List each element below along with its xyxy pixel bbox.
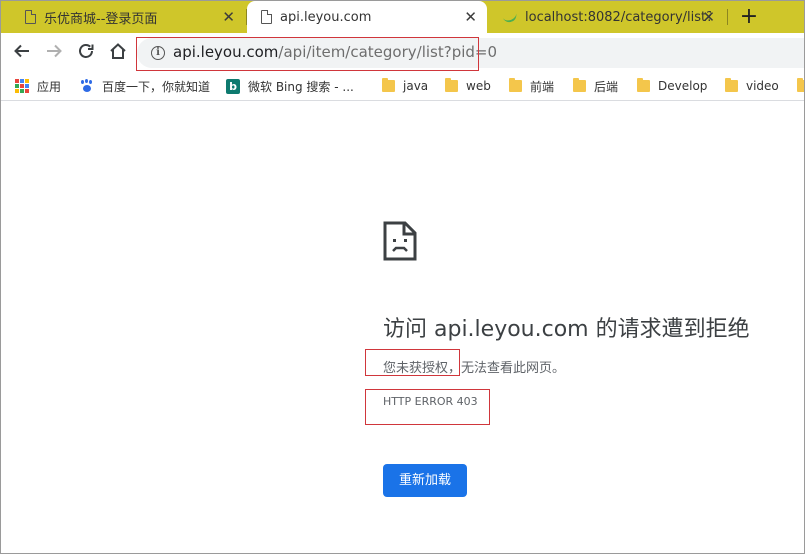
tab-title: localhost:8082/category/list?p: [525, 9, 711, 25]
bookmarks-bar: 应用 百度一下，你就知道 b 微软 Bing 搜索 - ... java web…: [1, 71, 804, 101]
reload-toolbar-button[interactable]: [74, 39, 98, 63]
url-highlight-box: [136, 37, 479, 71]
bookmark-label: 应用: [37, 79, 62, 94]
error-code-highlight-box: [365, 389, 490, 425]
bookmark-label: 后端: [594, 79, 619, 94]
error-page: 访问 api.leyou.com 的请求遭到拒绝 您未获授权，无法查看此网页。 …: [1, 102, 804, 553]
tab-localhost-category[interactable]: localhost:8082/category/list?p ✕: [489, 1, 725, 33]
bookmark-folder-develop[interactable]: Develop: [637, 76, 707, 96]
description-highlight-box: [365, 349, 460, 376]
leaf-icon: [501, 9, 519, 25]
bookmark-bing[interactable]: b 微软 Bing 搜索 - ...: [226, 76, 354, 96]
forward-button[interactable]: [42, 39, 66, 63]
bookmark-folder-backend[interactable]: 后端: [573, 76, 618, 96]
folder-icon: [445, 78, 458, 92]
bookmark-folder-java[interactable]: java: [382, 76, 428, 96]
folder-icon: [637, 78, 650, 92]
new-tab-button[interactable]: +: [737, 4, 761, 29]
bing-icon: b: [226, 78, 240, 94]
back-arrow-icon: [14, 44, 29, 58]
bookmark-label: 前端: [530, 79, 555, 94]
close-tab-icon[interactable]: ✕: [702, 9, 715, 25]
baidu-paw-icon: [80, 79, 94, 93]
page-icon: [261, 10, 272, 24]
folder-icon: [573, 78, 586, 92]
error-title-suffix: 的请求遭到拒绝: [588, 317, 750, 342]
bookmark-apps[interactable]: 应用: [15, 76, 61, 96]
folder-icon: [797, 78, 804, 92]
reload-button[interactable]: 重新加载: [383, 464, 467, 497]
page-icon: [25, 10, 36, 24]
bookmark-label: java: [403, 79, 429, 93]
error-title-host: api.leyou.com: [434, 317, 589, 342]
apps-grid-icon: [15, 79, 29, 93]
bookmark-folder-frontend[interactable]: 前端: [509, 76, 554, 96]
error-description-rest: ，无法查看此网页。: [448, 361, 566, 376]
bookmark-label: 百度一下，你就知道: [102, 79, 211, 94]
home-button[interactable]: [106, 39, 130, 63]
close-tab-icon[interactable]: ✕: [464, 9, 477, 25]
tab-strip: 乐优商城--登录页面 ✕ api.leyou.com ✕ localhost:8…: [1, 1, 804, 33]
bookmark-label: video: [746, 79, 779, 93]
tab-api-leyou[interactable]: api.leyou.com ✕: [247, 1, 487, 33]
error-title: 访问 api.leyou.com 的请求遭到拒绝: [383, 311, 750, 343]
close-tab-icon[interactable]: ✕: [222, 9, 235, 25]
sad-page-icon: [383, 221, 417, 261]
forward-arrow-icon: [47, 44, 62, 58]
folder-icon: [509, 78, 522, 92]
bookmark-baidu[interactable]: 百度一下，你就知道: [80, 76, 210, 96]
bookmark-label: web: [466, 79, 491, 93]
bookmark-label: Develop: [658, 79, 708, 93]
tab-title: 乐优商城--登录页面: [44, 11, 158, 27]
error-title-prefix: 访问: [383, 317, 434, 342]
folder-icon: [382, 78, 395, 92]
home-icon: [110, 43, 126, 59]
bookmark-folder-web[interactable]: web: [445, 76, 491, 96]
reload-icon: [79, 44, 94, 58]
back-button[interactable]: [10, 39, 34, 63]
browser-window: 乐优商城--登录页面 ✕ api.leyou.com ✕ localhost:8…: [0, 0, 805, 554]
bookmark-folder-more[interactable]: [797, 76, 804, 96]
bookmark-folder-video[interactable]: video: [725, 76, 779, 96]
folder-icon: [725, 78, 738, 92]
tab-separator: [727, 9, 728, 25]
tab-login-page[interactable]: 乐优商城--登录页面 ✕: [11, 1, 245, 33]
bookmark-label: 微软 Bing 搜索 - ...: [248, 79, 354, 94]
tab-title: api.leyou.com: [280, 9, 372, 25]
